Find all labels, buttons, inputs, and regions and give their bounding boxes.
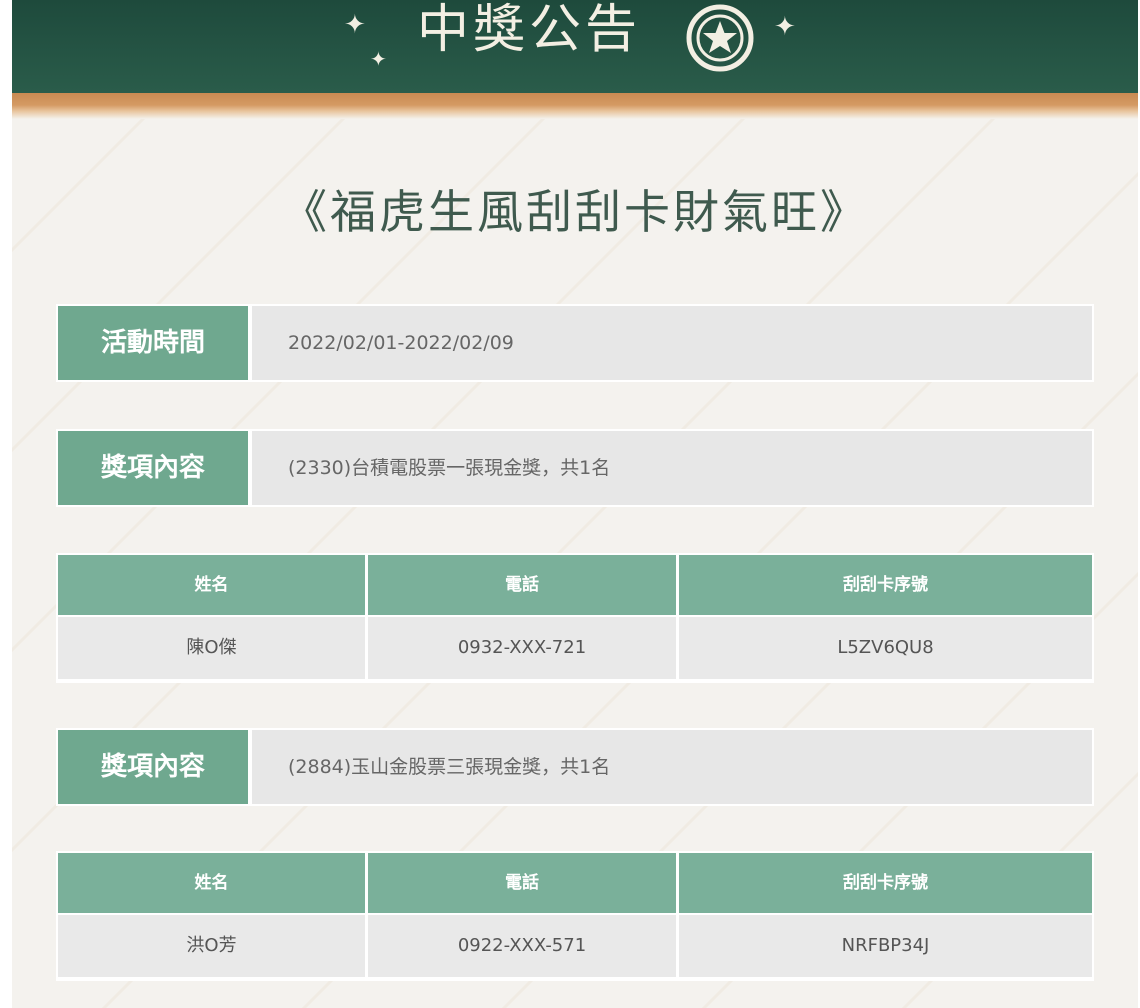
- announcement-page: ✦ ✦ 中獎公告 ✦ 《福虎生風刮刮卡財氣旺》 活動時間 2022/02/01-…: [12, 0, 1138, 1008]
- sparkle-icon: ✦: [774, 12, 796, 42]
- table-header-phone: 電話: [368, 853, 676, 913]
- event-title: 《福虎生風刮刮卡財氣旺》: [281, 185, 869, 239]
- table-header-name: 姓名: [58, 555, 365, 615]
- sparkle-icon: ✦: [370, 47, 387, 71]
- table-header-phone: 電話: [368, 555, 676, 615]
- winner-table: 姓名 電話 刮刮卡序號 陳O傑 0932-XXX-721 L5ZV6QU8: [56, 553, 1094, 683]
- prize-content-row: 獎項內容 (2884)玉山金股票三張現金獎，共1名: [56, 728, 1094, 806]
- banner-title: 中獎公告: [417, 0, 642, 60]
- prize-content-label: 獎項內容: [58, 730, 248, 804]
- banner-accent-strip: [12, 93, 1138, 119]
- event-period-label: 活動時間: [58, 306, 248, 380]
- winner-table: 姓名 電話 刮刮卡序號 洪O芳 0922-XXX-571 NRFBP34J: [56, 851, 1094, 981]
- prize-content-value: (2884)玉山金股票三張現金獎，共1名: [252, 730, 1092, 804]
- event-period-row: 活動時間 2022/02/01-2022/02/09: [56, 304, 1094, 382]
- winner-phone: 0922-XXX-571: [368, 915, 676, 977]
- winner-serial: L5ZV6QU8: [679, 617, 1092, 679]
- header-banner: ✦ ✦ 中獎公告 ✦: [12, 0, 1138, 93]
- sparkle-icon: ✦: [344, 10, 366, 40]
- prize-content-value: (2330)台積電股票一張現金獎，共1名: [252, 431, 1092, 505]
- prize-content-label: 獎項內容: [58, 431, 248, 505]
- prize-content-row: 獎項內容 (2330)台積電股票一張現金獎，共1名: [56, 429, 1094, 507]
- table-header-name: 姓名: [58, 853, 365, 913]
- winner-name: 陳O傑: [58, 617, 365, 679]
- winner-serial: NRFBP34J: [679, 915, 1092, 977]
- winner-name: 洪O芳: [58, 915, 365, 977]
- table-header-serial: 刮刮卡序號: [679, 853, 1092, 913]
- event-period-value: 2022/02/01-2022/02/09: [252, 306, 1092, 380]
- star-badge-icon: [686, 4, 754, 72]
- winner-phone: 0932-XXX-721: [368, 617, 676, 679]
- table-header-serial: 刮刮卡序號: [679, 555, 1092, 615]
